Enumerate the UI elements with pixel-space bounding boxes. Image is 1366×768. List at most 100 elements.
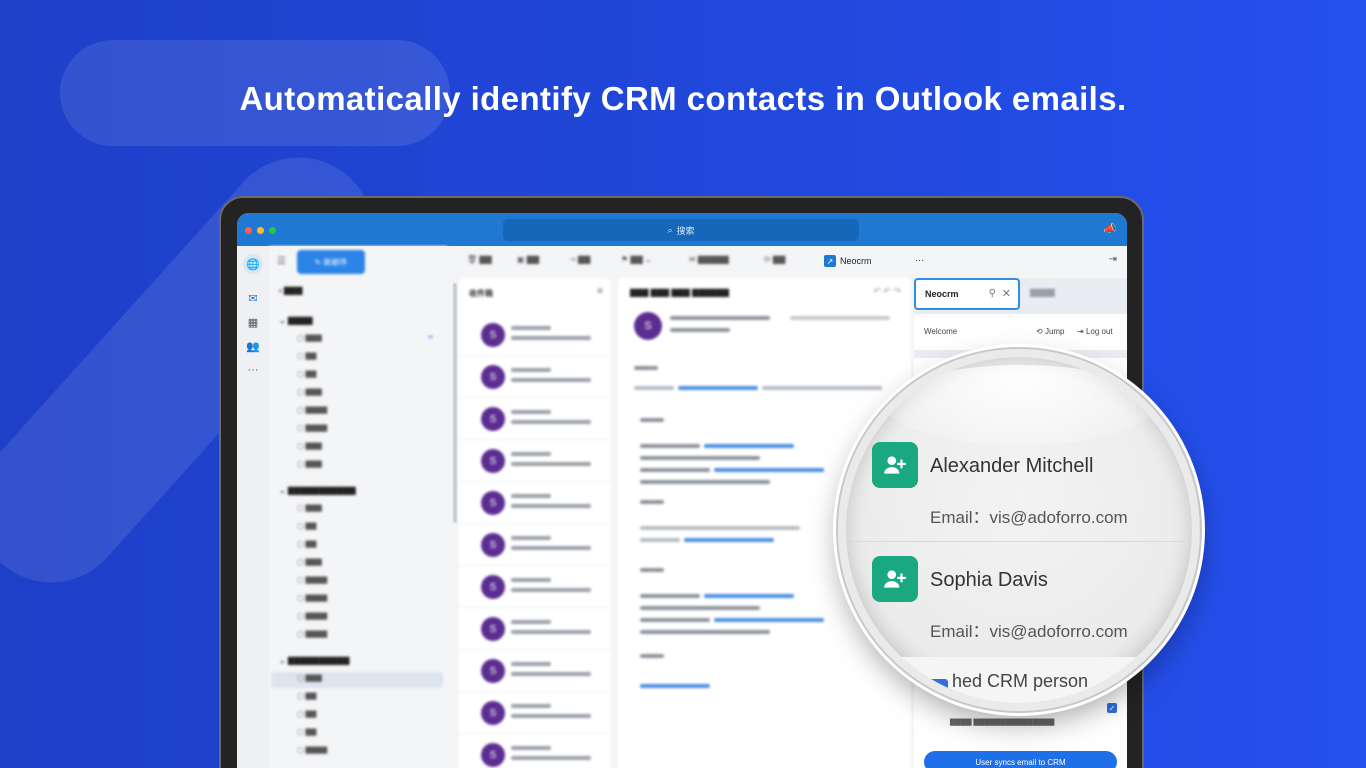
globe-icon[interactable]: 🌐 [243, 254, 263, 274]
pin-icon[interactable]: ⚲ [989, 288, 996, 299]
folder-item[interactable]: ▢ ▇▇▇▇ [297, 594, 327, 602]
folder-group-account[interactable]: ⌄ ▇▇▇▇▇▇▇▇▇▇ [279, 656, 349, 665]
message-row[interactable]: S [459, 608, 611, 650]
folder-item[interactable]: ▢ ▇▇▇▇ [297, 424, 327, 432]
folder-item[interactable]: ▢ ▇▇▇ [297, 388, 322, 396]
folder-item[interactable]: ▢ ▇▇▇ [297, 558, 322, 566]
sync-email-to-crm-button[interactable]: User syncs email to CRM [924, 751, 1117, 768]
new-mail-label: 新邮件 [323, 257, 348, 267]
folder-group-favorites[interactable]: › ▇▇▇ [279, 286, 302, 295]
folder-group-all-accounts[interactable]: ⌄ ▇▇▇▇ [279, 316, 313, 325]
message-row[interactable]: S [459, 398, 611, 440]
jump-button[interactable]: ⟲ Jump [1036, 327, 1065, 336]
people-icon[interactable]: 👥 [243, 336, 263, 356]
folder-item[interactable]: ▢ ▇▇▇ [297, 334, 322, 342]
message-row[interactable]: S [459, 566, 611, 608]
maximize-window-button[interactable] [269, 227, 276, 234]
archive-button[interactable]: ▣ ▇▇ [517, 255, 539, 264]
folder-item[interactable]: ▢ ▇▇▇ [297, 460, 322, 468]
search-placeholder: 搜索 [676, 225, 695, 236]
avatar: S [481, 617, 505, 641]
contact-name: Alexander Mitchell [930, 455, 1094, 477]
sync-button[interactable]: ⟳ ▇▇ [764, 255, 785, 264]
avatar: S [481, 365, 505, 389]
avatar: S [481, 659, 505, 683]
folder-item[interactable]: ▢ ▇▇ [297, 370, 316, 378]
avatar: S [481, 449, 505, 473]
sender-avatar: S [634, 312, 662, 340]
flag-button[interactable]: ⚑ ▇▇ ⌄ [621, 255, 652, 264]
avatar: S [481, 491, 505, 515]
add-contact-icon [872, 442, 918, 488]
folder-scrollbar[interactable] [453, 283, 457, 523]
avatar: S [481, 323, 505, 347]
folder-item[interactable]: ▢ ▇▇ [297, 692, 316, 700]
folder-group-account[interactable]: ⌄ ▇▇▇▇▇▇▇▇▇▇▇ [279, 486, 356, 495]
contact-email: Email：vis@adoforro.com [930, 622, 1128, 641]
folder-item[interactable]: ▢ ▇▇▇ [297, 504, 322, 512]
message-row[interactable]: S [459, 650, 611, 692]
more-icon[interactable]: ··· [243, 360, 263, 380]
folder-item[interactable]: ▢ ▇▇▇▇ [297, 576, 327, 584]
folder-item[interactable]: ▢ ▇▇ [297, 710, 316, 718]
contact-name: Sophia Davis [930, 569, 1048, 591]
close-icon[interactable]: ✕ [1002, 287, 1011, 300]
new-mail-button[interactable]: ✎ 新邮件 [297, 250, 365, 274]
folder-item[interactable]: ▢ ▇▇▇ [297, 442, 322, 450]
checkbox[interactable]: ✓ [1107, 703, 1117, 713]
page-headline: Automatically identify CRM contacts in O… [239, 80, 1127, 117]
neocrm-toolbar-button[interactable]: ↗ Neocrm [824, 255, 872, 267]
folder-item[interactable]: ▢ ▇▇ [297, 522, 316, 530]
close-window-button[interactable] [245, 227, 252, 234]
message-row[interactable]: S [459, 356, 611, 398]
message-list-header: 收件箱 [469, 289, 493, 298]
tab-neocrm[interactable]: Neocrm ⚲ ✕ [914, 278, 1020, 310]
email-subject: ▇▇▇ ▇▇▇ ▇▇▇ ▇▇▇▇▇▇ [630, 288, 729, 297]
magnifier-shine [886, 365, 1156, 445]
folder-item[interactable]: ▢ ▇▇▇▇ [297, 746, 327, 754]
minimize-window-button[interactable] [257, 227, 264, 234]
app-rail: 🌐 ✉ ▦ 👥 ··· [237, 246, 269, 768]
checkbox[interactable] [928, 679, 948, 697]
message-row[interactable]: S [459, 692, 611, 734]
folder-item[interactable]: ▢ ▇▇ [297, 352, 316, 360]
folder-item[interactable]: ▢ ▇▇▇▇ [297, 630, 327, 638]
contact-email: Email：vis@adoforro.com [930, 508, 1128, 527]
more-toolbar-label: ··· [915, 255, 924, 265]
mail-icon[interactable]: ✉ [243, 288, 263, 308]
calendar-icon[interactable]: ▦ [243, 312, 263, 332]
more-toolbar-button[interactable]: ··· [915, 255, 924, 265]
folder-item[interactable]: ▢ ▇▇ [297, 728, 316, 736]
avatar: S [481, 701, 505, 725]
menu-icon[interactable]: ☰ [277, 256, 286, 267]
contact-divider [846, 541, 1192, 542]
collapse-pane-icon[interactable]: ⇥ [1109, 254, 1117, 265]
message-row[interactable]: S [459, 482, 611, 524]
move-button[interactable]: ⇢ ▇▇ [569, 255, 590, 264]
folder-item[interactable]: ▢ ▇▇▇▇ [297, 406, 327, 414]
folder-item-selected[interactable]: ▢ ▇▇▇ [297, 674, 322, 682]
search-input[interactable]: ⌕ 搜索 [503, 219, 859, 241]
message-row[interactable]: S [459, 524, 611, 566]
message-row[interactable]: S [459, 440, 611, 482]
avatar: S [481, 743, 505, 767]
mark-unread-button[interactable]: ✉ ▇▇▇▇▇ [689, 255, 729, 264]
folder-item[interactable]: ▢ ▇▇▇▇ [297, 612, 327, 620]
reply-icon[interactable]: ↶ ↶ ↷ [873, 286, 901, 297]
message-row[interactable]: S [459, 314, 611, 356]
message-row[interactable]: S [459, 734, 611, 768]
filter-icon[interactable]: ≡ [597, 286, 603, 297]
jump-label: Jump [1044, 327, 1065, 336]
add-contact-icon [872, 556, 918, 602]
search-icon: ⌕ [667, 224, 673, 235]
delete-button[interactable]: 🗑 ▇▇ [467, 255, 492, 264]
folder-item[interactable]: ▢ ▇▇ [297, 540, 316, 548]
megaphone-icon[interactable]: 📣 [1103, 222, 1117, 235]
folder-pane: ☰ ✎ 新邮件 › ▇▇▇ ⌄ ▇▇▇▇ ▢ ▇▇▇ ▪▪ ▢ ▇▇ ▢ ▇▇ … [269, 246, 447, 768]
magnifier-overlay: Alexander Mitchell Email：vis@adoforro.co… [838, 349, 1200, 711]
logout-button[interactable]: ⇥ Log out [1077, 327, 1113, 336]
matched-email-blurred: ▇▇▇▇ ▇▇▇▇▇▇▇▇▇▇▇▇▇▇▇ [950, 719, 1055, 726]
avatar: S [481, 575, 505, 599]
window-titlebar: ⌕ 搜索 📣 [237, 213, 1127, 246]
tab-secondary[interactable]: ▇▇▇▇ [1030, 288, 1055, 297]
